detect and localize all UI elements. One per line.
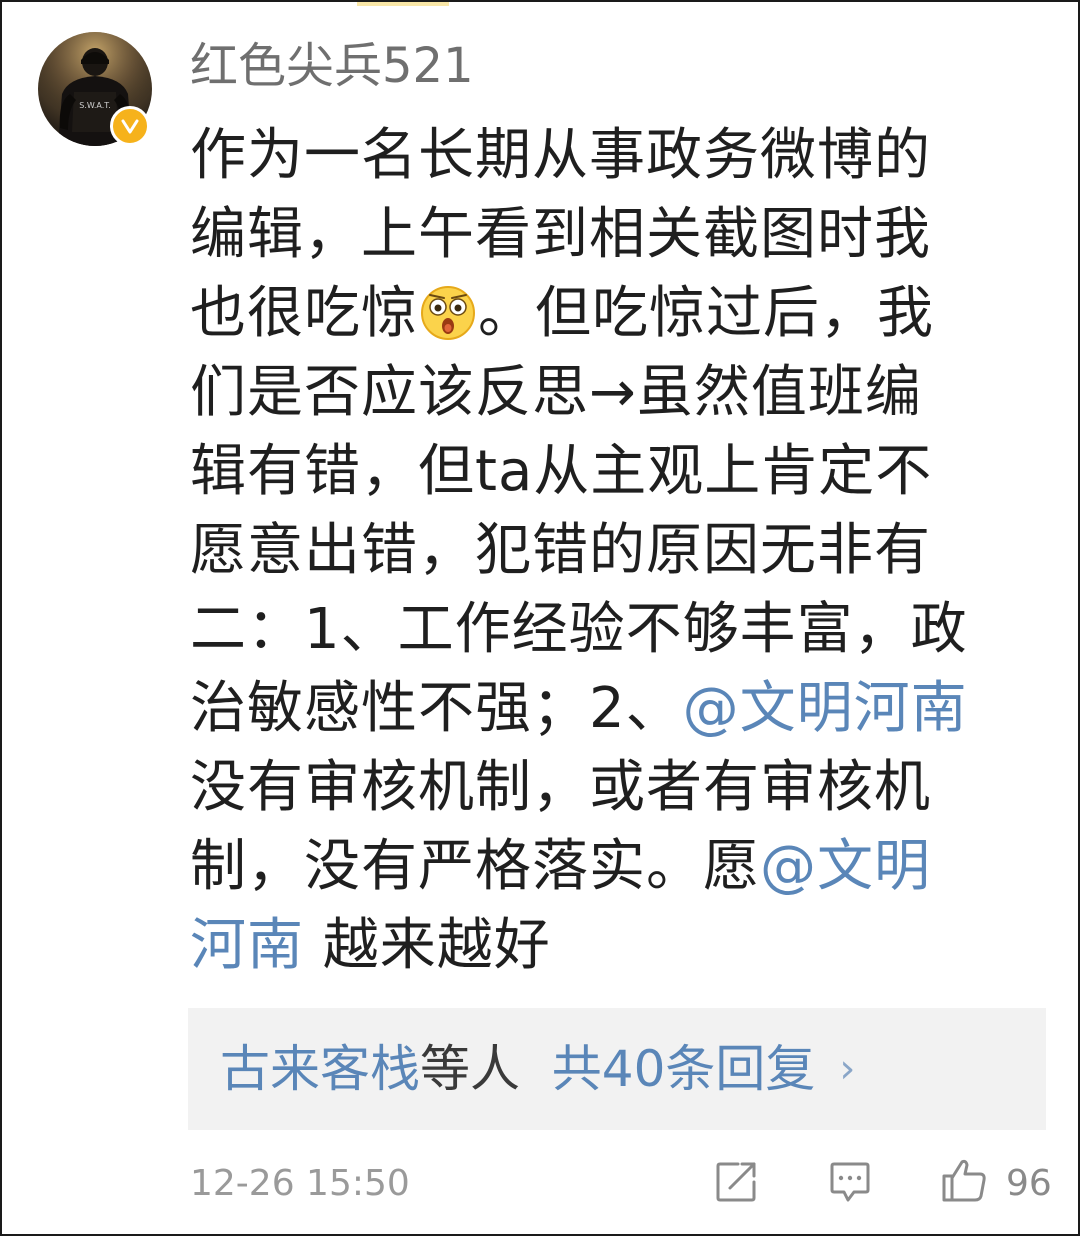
avatar-swat-text: S.W.A.T.	[79, 101, 111, 110]
mention-link[interactable]: 河南	[190, 913, 304, 978]
comment-line: 二：1、工作经验不够丰富，政	[190, 597, 968, 662]
comment-segment: 。但吃惊过后，我	[478, 281, 934, 346]
comment-line: 也很吃惊 。但吃惊过后，我	[190, 274, 1050, 353]
comment-text: 作为一名长期从事政务微博的 编辑，上午看到相关截图时我 也很吃惊 。但吃惊过后，…	[190, 116, 1050, 985]
comment-icon[interactable]	[828, 1160, 872, 1204]
top-accent-bar	[357, 2, 449, 6]
chevron-right-icon[interactable]: ›	[839, 1036, 855, 1102]
replies-others-label: 等人	[420, 1040, 520, 1098]
mention-link[interactable]: @文明	[760, 834, 931, 899]
like-count: 96	[1006, 1163, 1052, 1204]
verified-badge	[110, 106, 150, 146]
comment-line: 愿意出错，犯错的原因无非有	[190, 518, 931, 583]
comment-line: 辑有错，但ta从主观上肯定不	[190, 439, 933, 504]
comment-line: 们是否应该反思→虽然值班编	[190, 360, 922, 425]
verified-v-icon	[121, 119, 139, 134]
replies-summary[interactable]: 古来客栈等人 共40条回复 ›	[220, 1036, 855, 1102]
username[interactable]: 红色尖兵521	[190, 34, 474, 98]
reply-count-link[interactable]: 共40条回复	[552, 1040, 816, 1098]
comment-line: 治敏感性不强；2、@文明河南	[190, 669, 1050, 748]
comment-line: 作为一名长期从事政务微博的	[190, 123, 931, 188]
replies-preview[interactable]: 古来客栈等人 共40条回复 ›	[188, 1008, 1046, 1130]
reply-user-names[interactable]: 古来客栈	[220, 1040, 420, 1098]
share-icon[interactable]	[714, 1160, 760, 1204]
comment-segment: 制，没有严格落实。愿	[190, 834, 760, 899]
mention-link[interactable]: @文明河南	[683, 676, 968, 741]
comment-segment: 治敏感性不强；2、	[190, 676, 683, 741]
comment-segment: 也很吃惊	[190, 281, 418, 346]
comment-line: 编辑，上午看到相关截图时我	[190, 202, 931, 267]
comment-timestamp: 12-26 15:50	[190, 1163, 410, 1204]
comment-segment: 越来越好	[304, 913, 551, 978]
comment-card: S.W.A.T. 红色尖兵521 作为一名长期从事政务微博的 编辑，上午看到相关…	[0, 0, 1080, 1236]
shocked-face-emoji-icon	[421, 286, 475, 340]
comment-line: 没有审核机制，或者有审核机	[190, 755, 931, 820]
thumbs-up-icon[interactable]	[940, 1156, 988, 1204]
comment-line: 河南 越来越好	[190, 906, 1050, 985]
comment-line: 制，没有严格落实。愿@文明	[190, 827, 1050, 906]
